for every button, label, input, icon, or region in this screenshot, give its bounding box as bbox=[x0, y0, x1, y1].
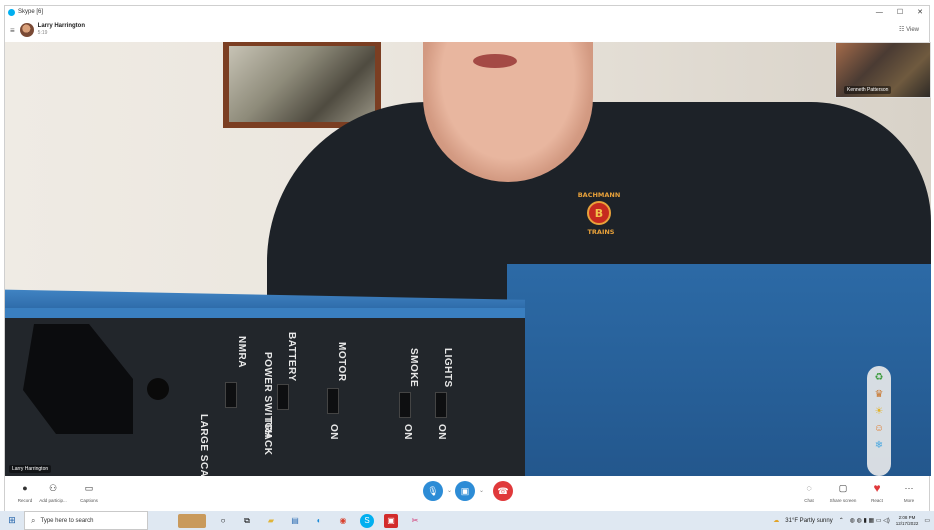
switch-battery bbox=[277, 384, 289, 410]
heart-icon: ♥ bbox=[873, 481, 881, 495]
svg-text:B: B bbox=[595, 207, 603, 220]
tray-chevron-icon[interactable]: ⌃ bbox=[839, 517, 844, 524]
captions-icon: ▭ bbox=[84, 483, 94, 493]
label-smoke: SMOKE bbox=[408, 348, 419, 388]
clock[interactable]: 2:08 PM 12/17/2022 bbox=[896, 515, 919, 527]
skype-icon bbox=[8, 8, 15, 16]
more-icon: ··· bbox=[904, 483, 914, 493]
more-label: More bbox=[903, 498, 915, 503]
mic-options-chevron-icon[interactable]: ⌄ bbox=[447, 487, 452, 494]
chat-label: Chat bbox=[804, 498, 814, 503]
taskbar-search[interactable]: ⌕ Type here to search bbox=[24, 511, 148, 530]
reactions-bar: ♻ ♛ ☀ ☺ ❄ bbox=[867, 366, 891, 476]
participant-video-thumbnail[interactable]: Kenneth Patterson bbox=[835, 42, 931, 98]
close-button[interactable]: ✕ bbox=[917, 8, 923, 16]
label-motor-on: ON bbox=[328, 424, 339, 440]
reaction-4-icon[interactable]: ☺ bbox=[874, 423, 884, 434]
maximize-button[interactable]: ☐ bbox=[897, 8, 903, 16]
panel-hole bbox=[147, 378, 169, 400]
switch-lights bbox=[435, 392, 447, 418]
camera-icon: ▣ bbox=[460, 485, 470, 496]
hang-up-icon: ☎ bbox=[497, 485, 509, 496]
search-placeholder: Type here to search bbox=[40, 517, 94, 524]
call-header: ≡ Larry Harrington 5:19 ☷ View bbox=[5, 18, 929, 42]
edge-icon[interactable]: ◐ bbox=[312, 514, 326, 528]
caller-info: Larry Harrington 5:19 bbox=[38, 23, 85, 37]
logo-top-text: BACHMANN bbox=[578, 191, 621, 199]
add-participant-button[interactable]: ⚇ Add particip... bbox=[33, 482, 73, 503]
mic-button[interactable]: 🎙 bbox=[423, 481, 443, 501]
main-video: B BACHMANN TRAINS NMRA LARGE SCALE BATTE… bbox=[5, 42, 931, 476]
switch-nmra bbox=[225, 382, 237, 408]
task-view-icon[interactable]: ⧉ bbox=[240, 514, 254, 528]
call-controls: ● Record ⚇ Add particip... ▭ Captions 🎙 … bbox=[5, 476, 929, 512]
window-controls: — ☐ ✕ bbox=[876, 6, 923, 18]
add-person-icon: ⚇ bbox=[48, 483, 58, 493]
share-screen-label: Share screen bbox=[829, 498, 857, 503]
self-name-tag: Larry Harrington bbox=[9, 465, 52, 473]
label-nmra: NMRA bbox=[236, 336, 247, 368]
person-mouth bbox=[473, 54, 517, 68]
search-icon: ⌕ bbox=[31, 515, 36, 525]
chat-icon: ◌ bbox=[806, 483, 812, 493]
call-timer: 5:19 bbox=[37, 30, 48, 36]
caller-name: Larry Harrington bbox=[37, 23, 86, 29]
reaction-1-icon[interactable]: ♻ bbox=[875, 372, 884, 383]
video-button[interactable]: ▣ bbox=[455, 481, 475, 501]
view-label: View bbox=[906, 27, 919, 33]
menu-icon[interactable]: ≡ bbox=[10, 26, 15, 35]
bachmann-logo: B BACHMANN TRAINS bbox=[578, 191, 621, 236]
skype-window: Skype [6] — ☐ ✕ ≡ Larry Harrington 5:19 … bbox=[4, 5, 931, 512]
wall-painting bbox=[223, 42, 381, 128]
record-label: Record bbox=[17, 498, 33, 503]
view-button[interactable]: ☷ View bbox=[899, 26, 919, 33]
window-title: Skype [6] bbox=[18, 9, 44, 15]
switch-motor bbox=[327, 388, 339, 414]
react-label: React bbox=[871, 498, 883, 503]
system-tray: ☁ 31°F Partly sunny ⌃ ◍ ◍ ▮ ▦ ▭ ◁) 2:08 … bbox=[773, 511, 930, 530]
file-explorer-icon[interactable]: ▰ bbox=[264, 514, 278, 528]
captions-label: Captions bbox=[80, 498, 98, 503]
more-button[interactable]: ··· More bbox=[889, 482, 929, 503]
switch-smoke bbox=[399, 392, 411, 418]
label-lights: LIGHTS bbox=[442, 348, 453, 388]
cortana-icon[interactable]: ○ bbox=[216, 514, 230, 528]
label-battery: BATTERY bbox=[286, 332, 297, 382]
logo-bottom-text: TRAINS bbox=[587, 228, 614, 236]
clock-date: 12/17/2022 bbox=[895, 520, 919, 526]
label-track: TRACK bbox=[262, 418, 273, 456]
hang-up-button[interactable]: ☎ bbox=[493, 481, 513, 501]
chrome-icon[interactable]: ◉ bbox=[336, 514, 350, 528]
avatar[interactable] bbox=[19, 23, 34, 37]
mic-icon: 🎙 bbox=[427, 485, 439, 496]
windows-start-icon[interactable]: ⊞ bbox=[0, 515, 24, 526]
windows-taskbar: ⊞ ⌕ Type here to search ○ ⧉ ▰ ▤ ◐ ◉ S ▣ … bbox=[0, 511, 934, 530]
label-smoke-on: ON bbox=[402, 424, 413, 440]
label-lights-on: ON bbox=[436, 424, 447, 440]
reaction-5-icon[interactable]: ❄ bbox=[875, 440, 883, 451]
reaction-3-icon[interactable]: ☀ bbox=[875, 406, 884, 417]
share-screen-icon: ▢ bbox=[838, 483, 848, 493]
label-motor: MOTOR bbox=[336, 342, 347, 382]
taskbar-apps: ○ ⧉ ▰ ▤ ◐ ◉ S ▣ ✂ bbox=[178, 513, 422, 528]
label-large-scale: LARGE SCALE bbox=[198, 414, 209, 476]
skype-taskbar-icon[interactable]: S bbox=[360, 513, 374, 528]
notification-icon[interactable]: ▭ bbox=[924, 517, 930, 524]
record-icon: ● bbox=[22, 483, 28, 493]
tray-icons[interactable]: ◍ ◍ ▮ ▦ ▭ ◁) bbox=[850, 517, 890, 524]
weather-icon: ☁ bbox=[773, 518, 780, 524]
reaction-2-icon[interactable]: ♛ bbox=[875, 389, 884, 400]
app-snip-icon[interactable]: ✂ bbox=[408, 514, 422, 528]
news-widget-icon[interactable] bbox=[178, 513, 206, 528]
weather-text[interactable]: 31°F Partly sunny bbox=[785, 518, 832, 524]
captions-button[interactable]: ▭ Captions bbox=[69, 482, 109, 503]
app-red-icon[interactable]: ▣ bbox=[384, 513, 398, 528]
minimize-button[interactable]: — bbox=[876, 9, 883, 16]
video-options-chevron-icon[interactable]: ⌄ bbox=[479, 487, 484, 494]
add-participant-label: Add particip... bbox=[39, 498, 67, 503]
store-icon[interactable]: ▤ bbox=[288, 514, 302, 528]
participant-name-tag: Kenneth Patterson bbox=[844, 86, 892, 94]
title-bar: Skype [6] — ☐ ✕ bbox=[5, 6, 929, 18]
